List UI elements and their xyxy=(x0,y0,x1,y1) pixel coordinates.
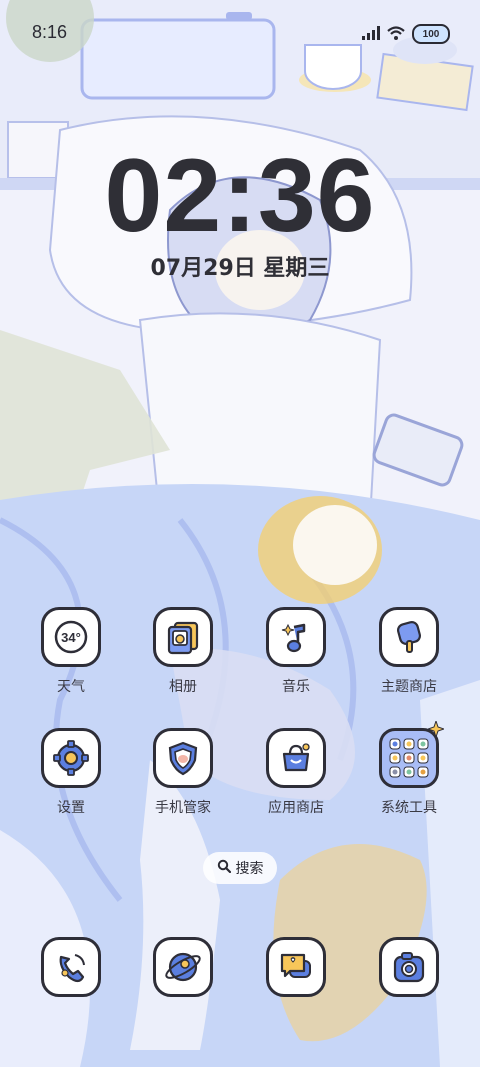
app-weather[interactable]: 34° 天气 xyxy=(21,607,121,696)
app-store-icon xyxy=(266,728,326,788)
clock-widget-date: 07月29日 星期三 xyxy=(150,256,330,281)
app-app-store[interactable]: 应用商店 xyxy=(246,728,346,817)
folder-system-tools[interactable]: 系统工具 xyxy=(359,719,459,817)
settings-icon xyxy=(41,728,101,788)
clock-widget-time[interactable]: 02:36 xyxy=(0,136,480,256)
app-settings[interactable]: 设置 xyxy=(21,728,121,817)
app-label: 相册 xyxy=(169,679,197,695)
battery-indicator: 100 xyxy=(412,24,450,44)
home-screen: 8:16 100 02:36 07月29日 星期三 34° 天气 相册 音乐 主… xyxy=(0,0,480,1067)
dock-browser[interactable] xyxy=(133,937,233,997)
browser-icon xyxy=(153,937,213,997)
messages-icon xyxy=(266,937,326,997)
security-icon xyxy=(153,728,213,788)
status-time: 8:16 xyxy=(32,22,68,42)
status-bar: 8:16 100 xyxy=(0,0,480,66)
phone-icon xyxy=(41,937,101,997)
camera-icon xyxy=(379,937,439,997)
gallery-icon xyxy=(153,607,213,667)
music-icon xyxy=(266,607,326,667)
dock-messages[interactable] xyxy=(246,937,346,997)
app-gallery[interactable]: 相册 xyxy=(133,607,233,696)
wifi-icon xyxy=(387,25,405,44)
app-security[interactable]: 手机管家 xyxy=(133,728,233,817)
app-label: 天气 xyxy=(57,679,85,695)
dock-camera[interactable] xyxy=(359,937,459,997)
dock-phone[interactable] xyxy=(21,937,121,997)
system-tools-folder-icon xyxy=(379,719,446,788)
app-theme-store[interactable]: 主题商店 xyxy=(359,607,459,696)
sparkle-icon xyxy=(426,719,446,741)
weather-icon: 34° xyxy=(41,607,101,667)
app-label: 主题商店 xyxy=(381,679,437,695)
signal-icon xyxy=(362,25,380,44)
app-label: 应用商店 xyxy=(268,800,324,816)
app-label: 系统工具 xyxy=(381,800,437,816)
app-label: 音乐 xyxy=(282,679,310,695)
app-label: 手机管家 xyxy=(155,800,211,816)
search-label: 搜索 xyxy=(235,861,264,877)
status-icons: 100 xyxy=(362,24,450,44)
search-button[interactable]: 搜索 xyxy=(203,852,277,884)
weather-temp-badge: 34° xyxy=(61,630,81,645)
theme-store-icon xyxy=(379,607,439,667)
app-music[interactable]: 音乐 xyxy=(246,607,346,696)
search-icon xyxy=(217,859,231,877)
app-label: 设置 xyxy=(57,800,85,816)
